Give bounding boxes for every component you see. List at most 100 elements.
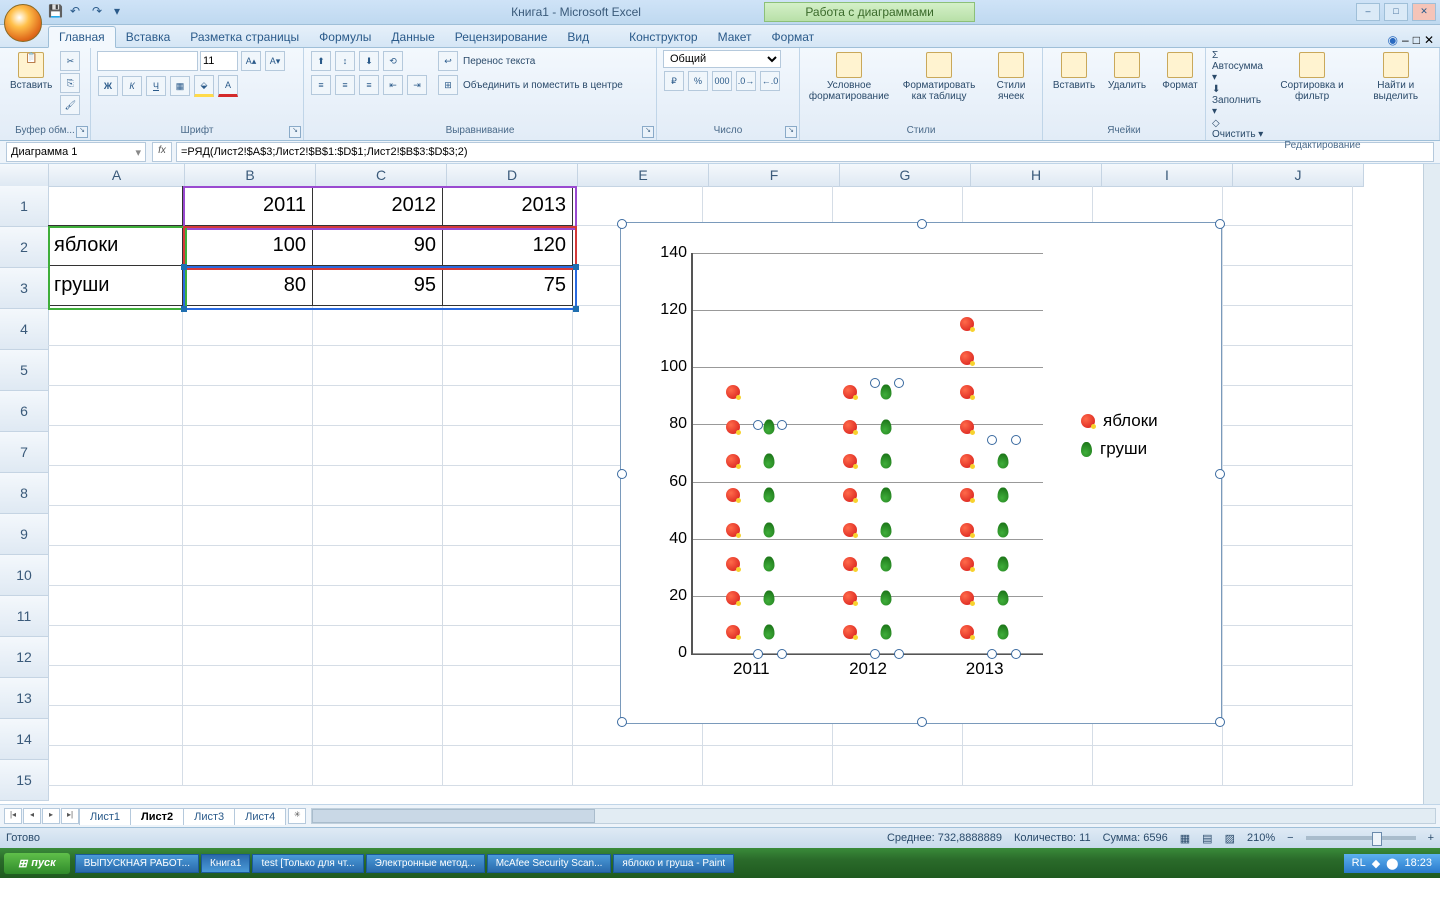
cell-D14[interactable] [443, 706, 573, 746]
cell-C14[interactable] [313, 706, 443, 746]
qat-more-icon[interactable]: ▾ [114, 4, 130, 20]
zoom-out-button[interactable]: − [1287, 832, 1293, 844]
view-normal-icon[interactable]: ▦ [1180, 832, 1190, 845]
minimize-button[interactable]: – [1356, 3, 1380, 21]
sort-filter-button[interactable]: Сортировка и фильтр [1269, 50, 1356, 104]
cell-J3[interactable] [1223, 266, 1353, 306]
vertical-scrollbar[interactable] [1423, 164, 1440, 804]
cell-C5[interactable] [313, 346, 443, 386]
cell-D15[interactable] [443, 746, 573, 786]
row-header-8[interactable]: 8 [0, 473, 49, 514]
cell-D13[interactable] [443, 666, 573, 706]
office-button[interactable] [4, 4, 42, 42]
cell-J12[interactable] [1223, 626, 1353, 666]
doc-minimize-icon[interactable]: – [1402, 33, 1409, 47]
cell-B14[interactable] [183, 706, 313, 746]
font-color-button[interactable]: A [218, 75, 238, 97]
view-layout-icon[interactable]: ▤ [1202, 832, 1212, 845]
cell-B5[interactable] [183, 346, 313, 386]
cell-A10[interactable] [48, 546, 183, 586]
number-launcher[interactable]: ↘ [785, 126, 797, 138]
cell-B15[interactable] [183, 746, 313, 786]
tray-icon-1[interactable]: ◆ [1372, 857, 1380, 870]
tab-home[interactable]: Главная [48, 26, 116, 48]
cut-icon[interactable]: ✂ [60, 51, 80, 71]
col-header-G[interactable]: G [840, 164, 971, 187]
tab-review[interactable]: Рецензирование [445, 27, 558, 47]
cell-B11[interactable] [183, 586, 313, 626]
delete-cells-button[interactable]: Удалить [1102, 50, 1152, 93]
cell-styles-button[interactable]: Стили ячеек [986, 50, 1036, 104]
chart-plot-area[interactable]: 020406080100120140201120122013 [691, 253, 1043, 655]
view-pagebreak-icon[interactable]: ▨ [1225, 832, 1235, 845]
row-header-6[interactable]: 6 [0, 391, 49, 432]
close-button[interactable]: ✕ [1412, 3, 1436, 21]
cell-D5[interactable] [443, 346, 573, 386]
zoom-level[interactable]: 210% [1247, 832, 1275, 844]
cell-E15[interactable] [573, 746, 703, 786]
sheet-tab-Лист2[interactable]: Лист2 [130, 808, 184, 825]
cell-D9[interactable] [443, 506, 573, 546]
cell-B10[interactable] [183, 546, 313, 586]
row-header-5[interactable]: 5 [0, 350, 49, 391]
row-header-9[interactable]: 9 [0, 514, 49, 555]
sheet-tab-Лист3[interactable]: Лист3 [183, 808, 235, 825]
col-header-A[interactable]: A [49, 164, 185, 187]
cell-H1[interactable] [963, 186, 1093, 226]
cell-J7[interactable] [1223, 426, 1353, 466]
cell-J14[interactable] [1223, 706, 1353, 746]
align-bottom-icon[interactable]: ⬇ [359, 51, 379, 71]
orientation-icon[interactable]: ⟲ [383, 51, 403, 71]
row-header-10[interactable]: 10 [0, 555, 49, 596]
underline-button[interactable]: Ч [146, 76, 166, 96]
row-header-7[interactable]: 7 [0, 432, 49, 473]
doc-restore-icon[interactable]: □ [1413, 33, 1420, 47]
start-button[interactable]: ⊞пуск [4, 853, 70, 874]
row-header-11[interactable]: 11 [0, 596, 49, 637]
fill-button[interactable]: ⬇ Заполнить ▾ [1212, 84, 1266, 117]
font-size-select[interactable] [200, 51, 238, 71]
currency-icon[interactable]: ₽ [664, 71, 684, 91]
cell-A7[interactable] [48, 426, 183, 466]
taskbar-item[interactable]: test [Только для чт... [252, 854, 363, 873]
cell-A2[interactable]: яблоки [48, 226, 183, 266]
decrease-decimal-icon[interactable]: ←.0 [760, 71, 780, 91]
sheet-tab-Лист1[interactable]: Лист1 [79, 808, 131, 825]
taskbar-item[interactable]: Книга1 [201, 854, 250, 873]
row-header-4[interactable]: 4 [0, 309, 49, 350]
tray-lang[interactable]: RL [1352, 857, 1366, 869]
format-painter-icon[interactable]: 🖌 [60, 95, 80, 115]
cell-A4[interactable] [48, 306, 183, 346]
tab-design[interactable]: Конструктор [619, 27, 707, 47]
cell-C13[interactable] [313, 666, 443, 706]
cell-B13[interactable] [183, 666, 313, 706]
zoom-in-button[interactable]: + [1428, 832, 1434, 844]
system-tray[interactable]: RL ◆ ⬤ 18:23 [1344, 854, 1440, 873]
horizontal-scrollbar[interactable] [311, 808, 1436, 824]
cell-D6[interactable] [443, 386, 573, 426]
wrap-text-button[interactable]: ↩Перенос текста [437, 50, 623, 72]
taskbar-item[interactable]: ВЫПУСКНАЯ РАБОТ... [75, 854, 199, 873]
clipboard-launcher[interactable]: ↘ [76, 126, 88, 138]
row-header-1[interactable]: 1 [0, 186, 49, 227]
cell-A12[interactable] [48, 626, 183, 666]
tab-nav-prev[interactable]: ◂ [23, 808, 41, 824]
taskbar-item[interactable]: McAfee Security Scan... [487, 854, 612, 873]
cell-A1[interactable] [48, 186, 183, 226]
save-icon[interactable]: 💾 [48, 4, 64, 20]
cell-B12[interactable] [183, 626, 313, 666]
cell-B2[interactable]: 100 [183, 226, 313, 266]
cell-I1[interactable] [1093, 186, 1223, 226]
alignment-launcher[interactable]: ↘ [642, 126, 654, 138]
taskbar-item[interactable]: яблоко и груша - Paint [613, 854, 734, 873]
percent-icon[interactable]: % [688, 71, 708, 91]
cell-C15[interactable] [313, 746, 443, 786]
tab-data[interactable]: Данные [381, 27, 444, 47]
cell-D7[interactable] [443, 426, 573, 466]
cell-A8[interactable] [48, 466, 183, 506]
row-header-14[interactable]: 14 [0, 719, 49, 760]
cell-C2[interactable]: 90 [313, 226, 443, 266]
cell-A15[interactable] [48, 746, 183, 786]
align-left-icon[interactable]: ≡ [311, 75, 331, 95]
row-header-15[interactable]: 15 [0, 760, 49, 801]
